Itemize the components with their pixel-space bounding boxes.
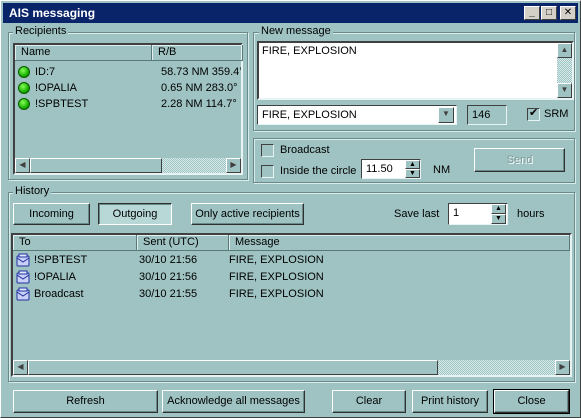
history-scroll-right-button[interactable]: ▶ [555,360,570,375]
horizontal-scroll-thumb[interactable] [30,158,162,173]
message-template-select[interactable]: FIRE, EXPLOSION ▼ [257,105,457,125]
online-status-icon [18,98,30,110]
print-history-button[interactable]: Print history [412,390,488,413]
char-count-field: 146 [467,105,507,125]
save-last-increment[interactable]: ▲ [491,204,506,214]
scroll-down-button[interactable]: ▼ [557,83,572,98]
active-recipients-filter-button[interactable]: Only active recipients [191,203,304,225]
close-button[interactable]: Close [493,389,570,414]
srm-checkbox[interactable] [527,106,540,121]
inside-circle-label: Inside the circle [280,165,357,177]
history-message: FIRE, EXPLOSION [229,254,324,266]
message-text-area[interactable]: FIRE, EXPLOSION ▲ ▼ [257,41,574,100]
hours-label: hours [517,208,545,220]
circle-unit-label: NM [433,164,451,176]
outgoing-filter-button[interactable]: Outgoing [98,203,172,225]
recipient-range-bearing: 2.28 NM 114.7° [161,98,237,110]
column-header-rb[interactable]: R/B [152,45,243,61]
online-status-icon [18,82,30,94]
recipient-name: ID:7 [35,66,56,78]
new-message-group-label: New message [259,25,333,37]
scroll-up-button[interactable]: ▲ [557,43,572,58]
save-last-label: Save last [394,208,440,220]
recipient-row[interactable]: !SPBTEST 2.28 NM 114.7° [15,96,241,112]
history-sent: 30/10 21:56 [139,271,198,283]
history-horizontal-scroll-thumb[interactable] [28,360,438,375]
vertical-scroll-track[interactable] [557,58,572,83]
recipient-range-bearing: 0.65 NM 283.0° [161,82,238,94]
circle-radius-increment[interactable]: ▲ [405,160,420,169]
send-button-label: Send [506,154,533,166]
broadcast-label: Broadcast [280,144,330,156]
history-message: FIRE, EXPLOSION [229,288,324,300]
history-scroll-left-button[interactable]: ◀ [13,360,28,375]
save-last-decrement[interactable]: ▼ [491,214,506,224]
scroll-right-button[interactable]: ▶ [226,158,241,173]
window-title: AIS messaging [9,6,96,20]
ais-messaging-window: AIS messaging _ □ ✕ Recipients Name R/B … [0,0,581,418]
dropdown-arrow-icon[interactable]: ▼ [438,107,454,123]
recipient-name: !SPBTEST [35,98,89,110]
incoming-filter-button[interactable]: Incoming [13,203,90,225]
clear-button[interactable]: Clear [332,390,406,413]
srm-label: SRM [544,108,569,120]
outgoing-message-icon [16,287,30,301]
send-button[interactable]: Send [474,148,565,172]
circle-radius-decrement[interactable]: ▼ [405,169,420,178]
column-header-sent[interactable]: Sent (UTC) [137,235,229,251]
save-last-hours-value: 1 [453,207,460,219]
history-to: !SPBTEST [34,254,88,266]
scroll-left-button[interactable]: ◀ [15,158,30,173]
message-text: FIRE, EXPLOSION [262,45,357,57]
history-sent: 30/10 21:55 [139,288,198,300]
history-sent: 30/10 21:56 [139,254,198,266]
circle-radius-value: 11.50 [366,163,393,175]
recipients-list[interactable]: Name R/B ID:7 58.73 NM 359.4° !OPALIA 0.… [13,43,243,175]
maximize-button[interactable]: □ [541,6,557,20]
outgoing-message-icon [16,253,30,267]
refresh-button[interactable]: Refresh [13,390,158,413]
history-to: !OPALIA [34,271,76,283]
recipient-range-bearing: 58.73 NM 359.4° [161,66,241,78]
outgoing-message-icon [16,270,30,284]
history-list[interactable]: To Sent (UTC) Message !SPBTEST 30/10 21:… [11,233,572,377]
recipients-group-label: Recipients [13,25,69,37]
recipient-name: !OPALIA [35,82,77,94]
recipient-row[interactable]: !OPALIA 0.65 NM 283.0° [15,80,241,96]
inside-circle-checkbox[interactable] [261,165,274,178]
column-header-name[interactable]: Name [15,45,152,61]
broadcast-checkbox[interactable] [261,144,274,157]
minimize-button[interactable]: _ [524,6,540,20]
history-to: Broadcast [34,288,84,300]
online-status-icon [18,66,30,78]
recipients-list-header: Name R/B [15,45,243,61]
recipient-row[interactable]: ID:7 58.73 NM 359.4° [15,64,241,80]
close-window-button[interactable]: ✕ [560,6,576,20]
template-selected-value: FIRE, EXPLOSION [262,109,357,121]
acknowledge-all-button[interactable]: Acknowledge all messages [162,390,305,413]
column-header-message[interactable]: Message [229,235,570,251]
history-row[interactable]: !OPALIA 30/10 21:56 FIRE, EXPLOSION [13,269,570,285]
history-row[interactable]: Broadcast 30/10 21:55 FIRE, EXPLOSION [13,286,570,302]
history-group-label: History [13,185,52,197]
history-list-header: To Sent (UTC) Message [13,235,570,251]
history-message: FIRE, EXPLOSION [229,271,324,283]
char-count-value: 146 [472,109,491,121]
title-bar[interactable]: AIS messaging _ □ ✕ [3,3,578,23]
column-header-to[interactable]: To [13,235,137,251]
history-row[interactable]: !SPBTEST 30/10 21:56 FIRE, EXPLOSION [13,252,570,268]
